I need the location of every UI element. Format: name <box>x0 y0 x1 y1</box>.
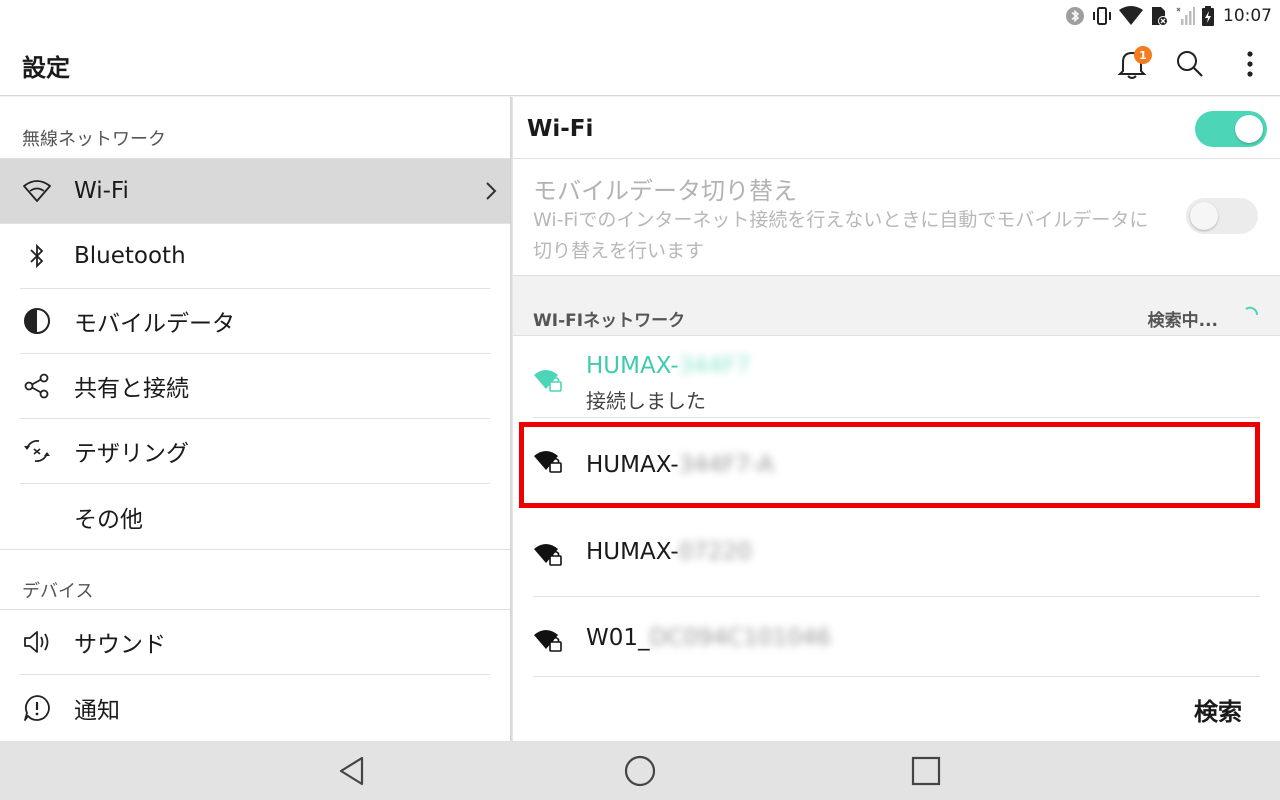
share-icon <box>20 369 54 403</box>
tethering-icon <box>20 434 54 468</box>
wifi-lock-icon <box>534 370 562 392</box>
sidebar-item-label: Wi-Fi <box>74 178 129 204</box>
home-icon <box>624 755 656 787</box>
network-name-redacted: DC094C101046 <box>649 625 832 651</box>
cell-signal-icon <box>1176 7 1195 25</box>
mobile-data-switch-toggle[interactable] <box>1186 198 1258 234</box>
toggle-knob <box>1190 202 1218 230</box>
section-header-wireless: 無線ネットワーク <box>0 97 510 159</box>
notification-badge: 1 <box>1134 46 1152 64</box>
wifi-icon <box>20 174 54 208</box>
more-options-button[interactable] <box>1228 42 1272 86</box>
sidebar-item-wifi[interactable]: Wi-Fi <box>0 159 510 224</box>
network-name-prefix: W01_ <box>586 625 650 651</box>
network-name-prefix: HUMAX- <box>586 353 679 379</box>
mobile-switch-title: モバイルデータ切り替え <box>533 177 797 205</box>
navigation-bar <box>0 741 1280 800</box>
status-icons: 10:07 <box>1065 4 1272 28</box>
chevron-right-icon <box>486 182 497 200</box>
search-icon <box>1177 51 1203 77</box>
section-divider <box>0 549 510 573</box>
status-time: 10:07 <box>1223 6 1272 26</box>
network-item[interactable]: W01_DC094C101046 <box>533 597 1260 677</box>
network-name: W01_DC094C101046 <box>586 625 831 651</box>
networks-header: WI-FIネットワーク 検索中... <box>513 276 1280 336</box>
scan-status: 検索中... <box>1147 311 1218 331</box>
wifi-toggle[interactable] <box>1195 111 1267 147</box>
sim-alert-icon <box>1152 7 1168 26</box>
battery-charging-icon <box>1202 6 1214 26</box>
network-name-prefix: HUMAX- <box>586 539 679 565</box>
bluetooth-icon <box>20 239 54 273</box>
sidebar-item-label: その他 <box>74 506 143 533</box>
networks-header-label: WI-FIネットワーク <box>533 311 686 331</box>
highlight-box <box>519 422 1260 508</box>
sidebar-item-label: モバイルデータ <box>74 311 235 337</box>
recents-icon <box>911 756 941 786</box>
speaker-icon <box>20 625 54 659</box>
more-vert-icon <box>1247 51 1253 77</box>
sidebar-item-label: サウンド <box>74 632 166 658</box>
status-bar: 10:07 <box>0 0 1280 32</box>
wifi-lock-icon <box>534 544 562 566</box>
wifi-header: Wi-Fi <box>513 97 1280 159</box>
network-name-redacted: 07220 <box>678 539 752 565</box>
sidebar-item-label: 共有と接続 <box>74 376 189 402</box>
sidebar-item-notifications[interactable]: 通知 <box>20 675 490 740</box>
bluetooth-icon <box>1066 7 1084 25</box>
settings-sidebar: 無線ネットワーク Wi-Fi Bluetooth モバイルデータ 共有と接続 テ… <box>0 97 510 741</box>
data-usage-icon <box>20 304 54 338</box>
scanning-spinner-icon <box>1245 306 1258 316</box>
mobile-data-switch-row[interactable]: モバイルデータ切り替え Wi-Fiでのインターネット接続を行えないときに自動でモ… <box>513 159 1280 276</box>
section-header-device: デバイス <box>0 573 510 610</box>
sidebar-item-mobile-data[interactable]: モバイルデータ <box>20 289 490 354</box>
wifi-lock-icon <box>534 630 562 652</box>
sidebar-item-label: テザリング <box>74 441 189 467</box>
sidebar-item-tethering[interactable]: テザリング <box>20 419 490 484</box>
network-name-redacted: 344F7 <box>678 353 751 379</box>
home-button[interactable] <box>616 751 664 791</box>
toggle-knob <box>1235 115 1263 143</box>
network-item-connected[interactable]: HUMAX-344F7 接続しました <box>533 337 1260 418</box>
back-button[interactable] <box>328 751 376 791</box>
sidebar-item-other[interactable]: その他 <box>20 484 490 549</box>
wifi-detail-pane: Wi-Fi モバイルデータ切り替え Wi-Fiでのインターネット接続を行えないと… <box>513 97 1280 741</box>
wifi-signal-icon <box>1119 6 1143 25</box>
recents-button[interactable] <box>902 751 950 791</box>
scan-button[interactable]: 検索 <box>1194 692 1242 727</box>
network-name: HUMAX-07220 <box>586 539 752 565</box>
page-title: 設定 <box>22 54 70 82</box>
search-button[interactable] <box>1168 42 1212 86</box>
sidebar-item-share-connect[interactable]: 共有と接続 <box>20 354 490 419</box>
sidebar-item-label: Bluetooth <box>74 243 186 269</box>
network-name: HUMAX-344F7 <box>586 353 750 379</box>
empty-icon-slot <box>20 500 54 534</box>
mobile-switch-description: Wi-Fiでのインターネット接続を行えないときに自動でモバイルデータに切り替えを… <box>533 209 1149 262</box>
action-bar: 設定 1 <box>0 32 1280 96</box>
network-item[interactable]: HUMAX-07220 <box>533 511 1260 597</box>
network-status: 接続しました <box>586 389 706 413</box>
notification-alert-icon <box>20 691 54 725</box>
notifications-button[interactable]: 1 <box>1110 42 1154 86</box>
sidebar-item-bluetooth[interactable]: Bluetooth <box>20 224 490 289</box>
back-icon <box>339 756 364 786</box>
sidebar-item-sound[interactable]: サウンド <box>20 610 490 675</box>
sidebar-item-label: 通知 <box>74 697 120 724</box>
wifi-title: Wi-Fi <box>527 116 594 142</box>
vibrate-icon <box>1093 7 1111 25</box>
